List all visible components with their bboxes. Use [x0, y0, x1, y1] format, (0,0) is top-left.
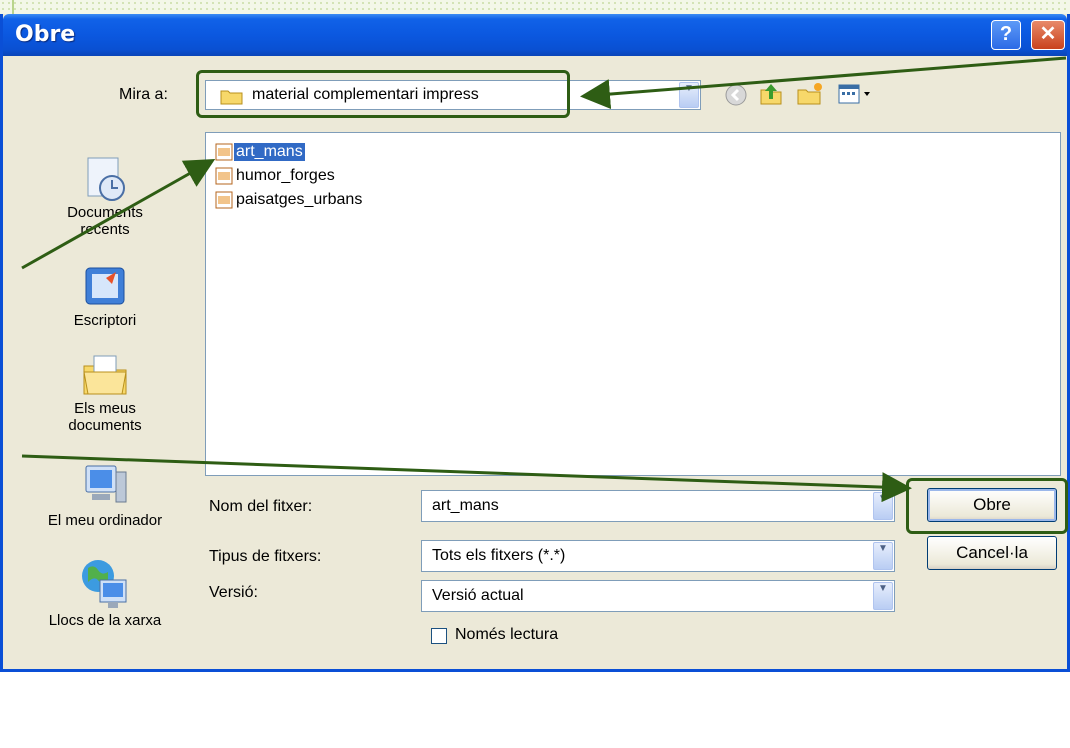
annotation-arrows	[21, 56, 1067, 503]
arrow-to-open	[21, 454, 912, 503]
arrow-to-file	[21, 159, 216, 270]
arrow-to-lookin	[580, 56, 1067, 110]
